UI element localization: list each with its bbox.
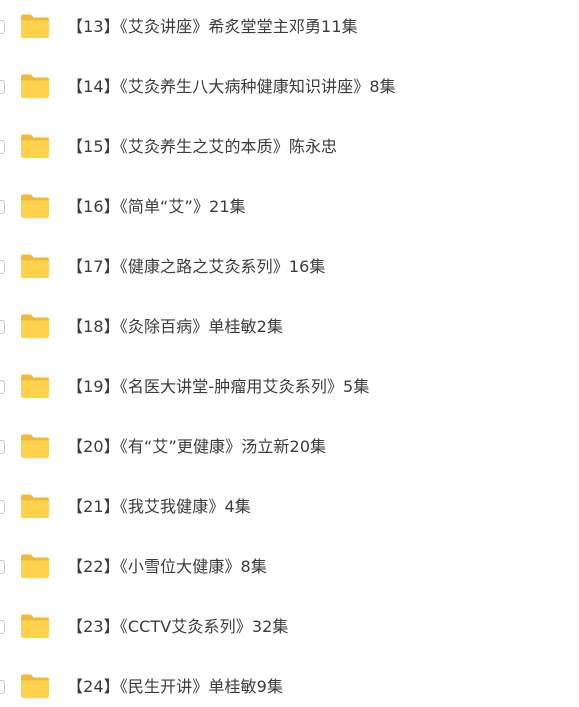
folder-name[interactable]: 【19】《名医大讲堂-肿瘤用艾灸系列》5集 [67, 376, 369, 398]
row-checkbox[interactable] [0, 200, 5, 214]
folder-name[interactable]: 【21】《我艾我健康》4集 [67, 496, 251, 518]
folder-row[interactable]: 【21】《我艾我健康》4集 [0, 487, 579, 527]
row-checkbox[interactable] [0, 500, 5, 514]
row-checkbox[interactable] [0, 440, 5, 454]
folder-name[interactable]: 【15】《艾灸养生之艾的本质》陈永忠 [67, 136, 337, 158]
row-checkbox[interactable] [0, 140, 5, 154]
folder-row[interactable]: 【14】《艾灸养生八大病种健康知识讲座》8集 [0, 67, 579, 107]
folder-name[interactable]: 【24】《民生开讲》单桂敏9集 [67, 676, 283, 698]
row-checkbox[interactable] [0, 80, 5, 94]
folder-list: 【13】《艾灸讲座》希炙堂堂主邓勇11集 【14】《艾灸养生八大病种健康知识讲座… [0, 0, 579, 703]
folder-name[interactable]: 【20】《有“艾”更健康》汤立新20集 [67, 436, 326, 458]
folder-row[interactable]: 【17】《健康之路之艾灸系列》16集 [0, 247, 579, 287]
folder-name[interactable]: 【13】《艾灸讲座》希炙堂堂主邓勇11集 [67, 16, 358, 38]
folder-icon [20, 193, 50, 219]
folder-row[interactable]: 【19】《名医大讲堂-肿瘤用艾灸系列》5集 [0, 367, 579, 407]
row-checkbox[interactable] [0, 560, 5, 574]
folder-row[interactable]: 【23】《CCTV艾灸系列》32集 [0, 607, 579, 647]
folder-name[interactable]: 【16】《简单“艾”》21集 [67, 196, 246, 218]
folder-name[interactable]: 【17】《健康之路之艾灸系列》16集 [67, 256, 326, 278]
folder-icon [20, 373, 50, 399]
folder-row[interactable]: 【15】《艾灸养生之艾的本质》陈永忠 [0, 127, 579, 167]
row-checkbox[interactable] [0, 380, 5, 394]
row-checkbox[interactable] [0, 20, 5, 34]
folder-name[interactable]: 【18】《灸除百病》单桂敏2集 [67, 316, 283, 338]
folder-icon [20, 493, 50, 519]
folder-icon [20, 133, 50, 159]
row-checkbox[interactable] [0, 620, 5, 634]
folder-row[interactable]: 【18】《灸除百病》单桂敏2集 [0, 307, 579, 347]
folder-name[interactable]: 【14】《艾灸养生八大病种健康知识讲座》8集 [67, 76, 396, 98]
folder-row[interactable]: 【16】《简单“艾”》21集 [0, 187, 579, 227]
folder-icon [20, 613, 50, 639]
row-checkbox[interactable] [0, 680, 5, 694]
folder-icon [20, 313, 50, 339]
folder-row[interactable]: 【13】《艾灸讲座》希炙堂堂主邓勇11集 [0, 7, 579, 47]
folder-icon [20, 673, 50, 699]
folder-name[interactable]: 【22】《小雪位大健康》8集 [67, 556, 267, 578]
folder-row[interactable]: 【22】《小雪位大健康》8集 [0, 547, 579, 587]
folder-row[interactable]: 【24】《民生开讲》单桂敏9集 [0, 667, 579, 707]
folder-icon [20, 253, 50, 279]
folder-row[interactable]: 【20】《有“艾”更健康》汤立新20集 [0, 427, 579, 467]
row-checkbox[interactable] [0, 260, 5, 274]
folder-icon [20, 553, 50, 579]
row-checkbox[interactable] [0, 320, 5, 334]
folder-icon [20, 13, 50, 39]
folder-icon [20, 73, 50, 99]
folder-icon [20, 433, 50, 459]
folder-name[interactable]: 【23】《CCTV艾灸系列》32集 [67, 616, 288, 638]
